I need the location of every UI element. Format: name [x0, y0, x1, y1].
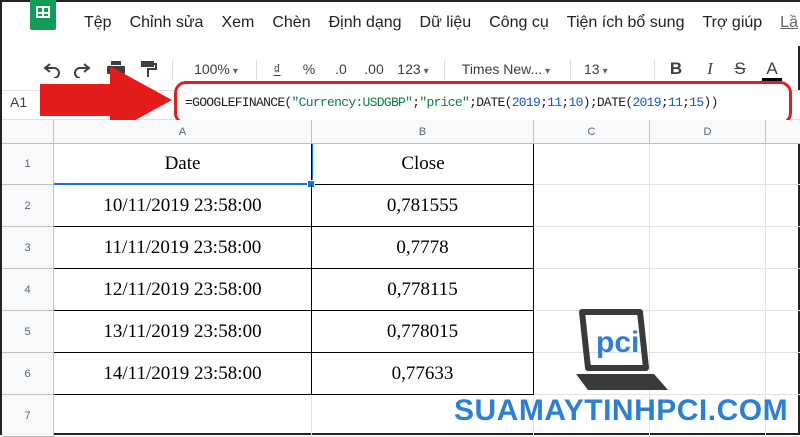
- formula-number: 10: [568, 95, 584, 110]
- menu-file[interactable]: Tệp: [84, 14, 112, 32]
- toolbar-divider: [654, 60, 655, 80]
- toolbar-divider: [444, 60, 445, 80]
- sheets-logo-icon[interactable]: [30, 0, 56, 30]
- strikethrough-button[interactable]: S: [730, 58, 750, 80]
- menu-edit[interactable]: Chỉnh sửa: [130, 14, 204, 32]
- text-color-button[interactable]: A: [762, 58, 782, 81]
- cell-empty[interactable]: [650, 144, 766, 185]
- column-header-b[interactable]: B: [312, 120, 534, 144]
- cell-close[interactable]: 0,7778: [312, 227, 534, 269]
- formula-number: 2019: [511, 95, 541, 110]
- last-edit-link[interactable]: Lầ: [780, 14, 798, 32]
- cell-date[interactable]: 12/11/2019 23:58:00: [54, 269, 312, 311]
- row-header[interactable]: 1: [2, 144, 54, 185]
- cell-empty[interactable]: [534, 269, 650, 311]
- main-menu: Tệp Chỉnh sửa Xem Chèn Định dạng Dữ liệu…: [84, 14, 798, 32]
- row-header[interactable]: 5: [2, 311, 54, 353]
- bold-button[interactable]: B: [666, 58, 686, 80]
- cell-empty[interactable]: [534, 227, 650, 269]
- site-watermark: SUAMAYTINHPCI.COM: [454, 394, 788, 428]
- menu-bar: Tệp Chỉnh sửa Xem Chèn Định dạng Dữ liệu…: [2, 0, 800, 46]
- cell-date[interactable]: 11/11/2019 23:58:00: [54, 227, 312, 269]
- cell-date[interactable]: 14/11/2019 23:58:00: [54, 353, 312, 395]
- cell-close[interactable]: 0,778015: [312, 311, 534, 353]
- cell-empty[interactable]: [766, 227, 800, 269]
- formula-string: "price": [419, 95, 470, 110]
- menu-tools[interactable]: Công cụ: [489, 14, 549, 32]
- cell-date[interactable]: 13/11/2019 23:58:00: [54, 311, 312, 353]
- formula-number: 11: [547, 95, 562, 110]
- watermark-part: SUAMAYTINH: [454, 394, 657, 427]
- formula-part: =GOOGLEFINANCE(: [185, 95, 292, 110]
- formula-text[interactable]: =GOOGLEFINANCE("Currency:USDGBP"; "price"…: [185, 95, 718, 110]
- italic-button[interactable]: I: [700, 58, 720, 80]
- cell-empty[interactable]: [766, 269, 800, 311]
- cell-empty[interactable]: [650, 269, 766, 311]
- cell-close[interactable]: 0,77633: [312, 353, 534, 395]
- font-family-select[interactable]: Times New...: [456, 58, 556, 80]
- cell-empty[interactable]: [650, 185, 766, 227]
- percent-format-button[interactable]: %: [300, 58, 318, 80]
- menu-insert[interactable]: Chèn: [272, 14, 310, 32]
- currency-format-button[interactable]: ₫: [268, 58, 286, 80]
- grid-corner[interactable]: [2, 120, 54, 144]
- cell-empty[interactable]: [766, 311, 800, 353]
- row-header[interactable]: 6: [2, 353, 54, 395]
- formula-number: 15: [689, 95, 704, 110]
- menu-format[interactable]: Định dạng: [329, 14, 402, 32]
- spreadsheet-grid: A B C D 1 2 3 4 5 6 7 Date Close 10/11/2…: [2, 120, 800, 437]
- watermark-part: .COM: [707, 394, 789, 427]
- menu-view[interactable]: Xem: [221, 14, 254, 32]
- formula-part: ;: [660, 95, 669, 110]
- cell-close[interactable]: 0,778115: [312, 269, 534, 311]
- cell-empty[interactable]: [534, 185, 650, 227]
- column-header-e[interactable]: [766, 120, 800, 144]
- formula-input-highlight[interactable]: =GOOGLEFINANCE("Currency:USDGBP"; "price"…: [174, 81, 792, 125]
- column-header-d[interactable]: D: [650, 120, 766, 144]
- cell-empty[interactable]: [54, 395, 312, 437]
- formula-part: ;: [561, 95, 569, 110]
- cell-empty[interactable]: [766, 144, 800, 185]
- font-size-select[interactable]: 13: [584, 58, 644, 80]
- row-header[interactable]: 7: [2, 395, 54, 437]
- decrease-decimal-button[interactable]: .0: [330, 58, 352, 80]
- formula-part: )): [703, 95, 718, 110]
- watermark-part: PCI: [656, 394, 708, 427]
- menu-addons[interactable]: Tiện ích bổ sung: [567, 14, 685, 32]
- cell-empty[interactable]: [766, 353, 800, 395]
- column-header-c[interactable]: C: [534, 120, 650, 144]
- row-header[interactable]: 2: [2, 185, 54, 227]
- logo-text: pci: [596, 326, 639, 359]
- cell-close[interactable]: 0,781555: [312, 185, 534, 227]
- column-header-a[interactable]: A: [54, 120, 312, 144]
- toolbar-divider: [172, 60, 173, 80]
- cell-b1-header[interactable]: Close: [312, 144, 534, 185]
- toolbar-divider: [570, 60, 571, 80]
- formula-number: 2019: [632, 95, 661, 110]
- more-formats-select[interactable]: 123: [392, 58, 434, 80]
- toolbar-divider: [256, 60, 257, 80]
- cell-a1-header[interactable]: Date: [54, 144, 312, 185]
- increase-decimal-button[interactable]: .00: [360, 58, 388, 80]
- formula-string: "Currency:USDGBP": [291, 95, 413, 110]
- menu-help[interactable]: Trợ giúp: [702, 14, 762, 32]
- formula-part: ;DATE(: [469, 95, 512, 110]
- formula-part: );DATE(: [582, 95, 633, 110]
- cell-empty[interactable]: [650, 227, 766, 269]
- formula-number: 11: [667, 95, 683, 110]
- pci-laptop-logo-icon: pci: [576, 309, 668, 390]
- row-header[interactable]: 3: [2, 227, 54, 269]
- cell-empty[interactable]: [766, 185, 800, 227]
- cell-empty[interactable]: [534, 144, 650, 185]
- zoom-select[interactable]: 100%: [186, 58, 246, 80]
- row-header[interactable]: 4: [2, 269, 54, 311]
- menu-data[interactable]: Dữ liệu: [420, 14, 472, 32]
- name-box[interactable]: A1: [10, 94, 27, 110]
- cell-date[interactable]: 10/11/2019 23:58:00: [54, 185, 312, 227]
